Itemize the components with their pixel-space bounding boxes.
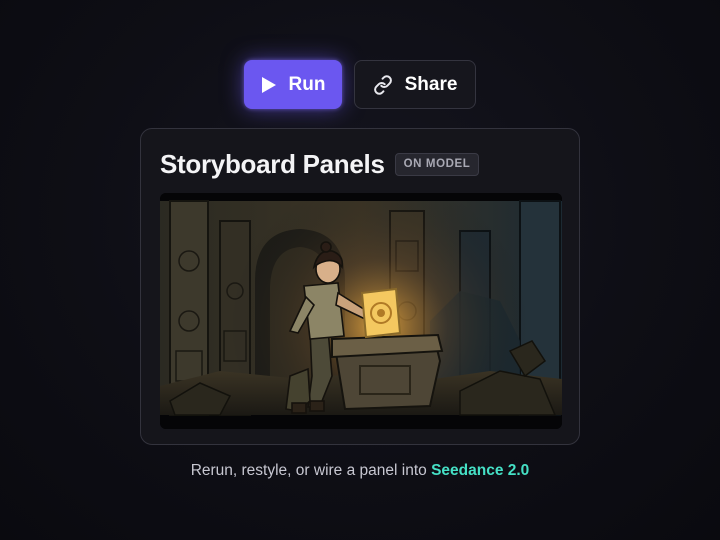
page: Run Share Storyboard Panels ON MODEL Rer… [0, 0, 720, 540]
action-bar: Run Share [0, 60, 720, 110]
play-icon [261, 76, 277, 94]
share-button-label: Share [404, 73, 458, 95]
run-button-label: Run [288, 73, 326, 95]
caption-text: Rerun, restyle, or wire a panel into [190, 462, 432, 479]
share-button[interactable]: Share [354, 60, 476, 109]
caption-accent-link[interactable]: Seedance 2.0 [431, 462, 529, 479]
link-icon [373, 74, 393, 95]
run-button[interactable]: Run [244, 60, 342, 109]
panel-illustration [160, 193, 562, 429]
caption: Rerun, restyle, or wire a panel into See… [0, 462, 720, 480]
card-header: Storyboard Panels ON MODEL [160, 147, 480, 181]
status-badge: ON MODEL [394, 152, 480, 176]
storyboard-panel-image[interactable] [160, 193, 562, 429]
card-title: Storyboard Panels [160, 148, 385, 179]
storyboard-card: Storyboard Panels ON MODEL [140, 128, 580, 445]
